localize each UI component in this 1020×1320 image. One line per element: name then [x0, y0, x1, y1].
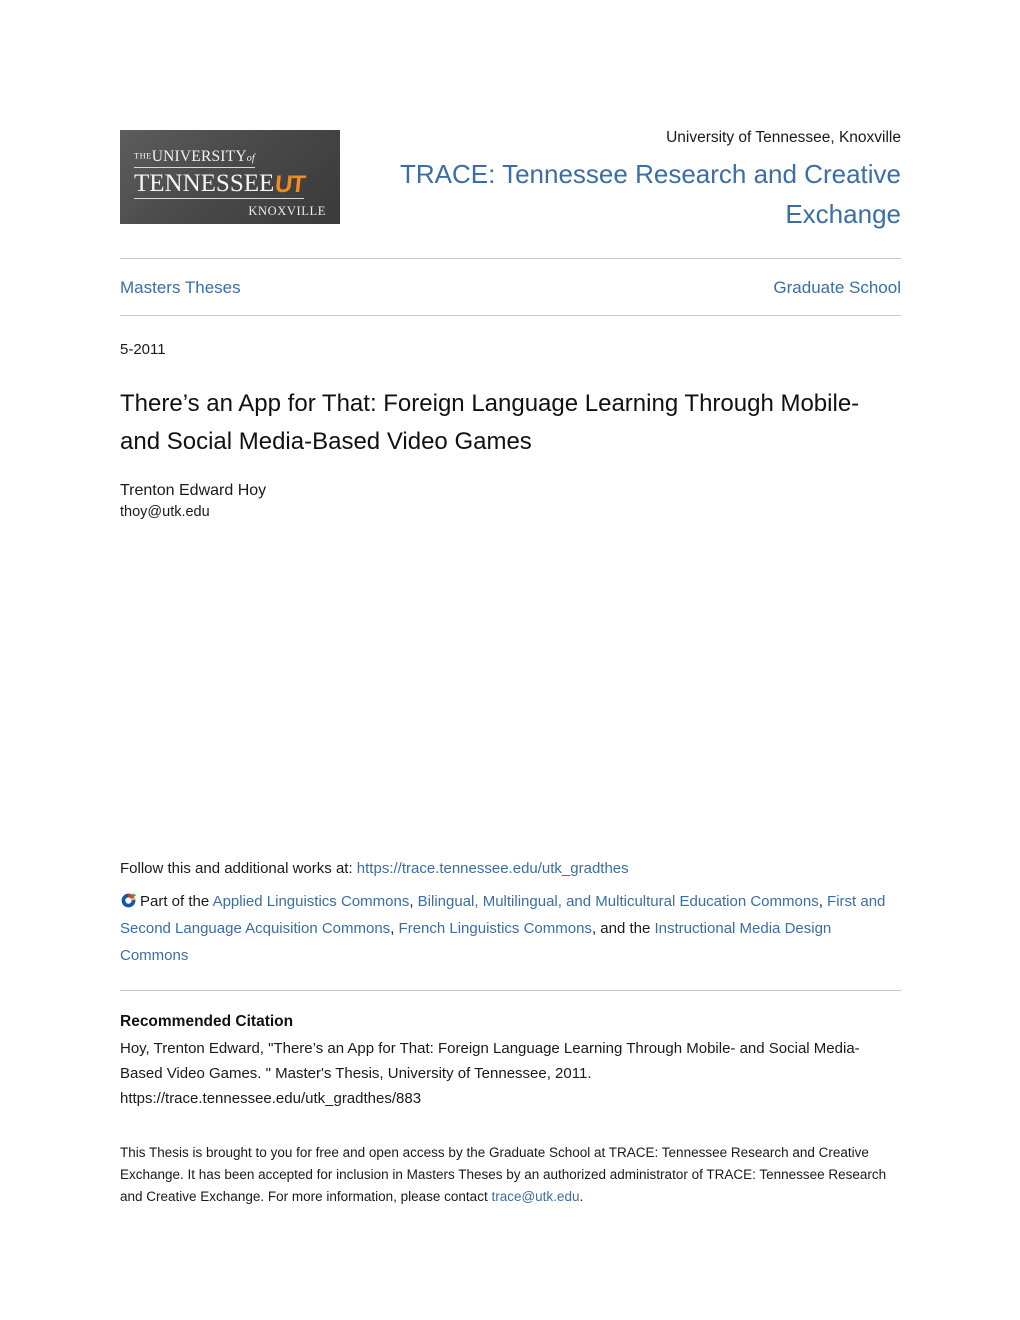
divider-below-breadcrumb	[120, 315, 901, 316]
follow-line: Follow this and additional works at: htt…	[120, 856, 901, 882]
author-block: Trenton Edward Hoy thoy@utk.edu	[120, 480, 820, 523]
collection-url-link[interactable]: https://trace.tennessee.edu/utk_gradthes	[357, 860, 629, 877]
logo-wordmark: THEUNIVERSITYof TENNESSEEUT KNOXVILLE	[134, 148, 326, 219]
logo-line-knoxville: KNOXVILLE	[248, 203, 326, 218]
page-header: THEUNIVERSITYof TENNESSEEUT KNOXVILLE Un…	[120, 128, 901, 238]
page-title: There’s an App for That: Foreign Languag…	[120, 390, 860, 455]
commons-sep-3: ,	[390, 920, 399, 937]
university-name: University of Tennessee, Knoxville	[666, 129, 901, 146]
header-titles: University of Tennessee, Knoxville TRACE…	[371, 128, 901, 234]
commons-and-the: , and the	[591, 920, 655, 937]
ut-knoxville-logo: THEUNIVERSITYof TENNESSEEUT KNOXVILLE	[120, 130, 340, 224]
repository-title: TRACE: Tennessee Research and Creative E…	[400, 159, 901, 229]
logo-tennessee-text: TENNESSEE	[134, 169, 275, 197]
recommended-citation-block: Recommended Citation Hoy, Trenton Edward…	[120, 1010, 901, 1111]
commons-sep-1: ,	[409, 893, 418, 910]
logo-line-university: THEUNIVERSITYof	[134, 149, 255, 168]
document-page: THEUNIVERSITYof TENNESSEEUT KNOXVILLE Un…	[0, 0, 1020, 1320]
commons-link-applied-linguistics[interactable]: Applied Linguistics Commons	[213, 893, 410, 910]
logo-of-text: of	[246, 153, 255, 164]
commons-link-bilingual-multilingual-multicultural-education[interactable]: Bilingual, Multilingual, and Multicultur…	[418, 893, 819, 910]
logo-line-tennessee: TENNESSEEUT	[134, 169, 306, 199]
follow-block: Follow this and additional works at: htt…	[120, 856, 901, 969]
divider-above-citation	[120, 990, 901, 991]
digital-commons-network-icon	[120, 891, 137, 908]
logo-the-text: THE	[134, 150, 152, 161]
recommended-citation-heading: Recommended Citation	[120, 1013, 294, 1030]
access-statement-period: .	[579, 1189, 584, 1204]
access-statement: This Thesis is brought to you for free a…	[120, 1142, 890, 1208]
part-of-label: Part of the	[140, 893, 210, 910]
citation-sentence: Hoy, Trenton Edward, "There’s an App for…	[120, 1040, 860, 1082]
ut-power-t-icon: UT	[273, 170, 306, 198]
commons-sep-2: ,	[818, 893, 828, 910]
commons-link-french-linguistics[interactable]: French Linguistics Commons	[399, 920, 592, 937]
commons-paragraph: Part of the Applied Linguistics Commons,…	[120, 888, 901, 969]
citation-url: https://trace.tennessee.edu/utk_gradthes…	[120, 1090, 422, 1107]
collection-link-masters-theses[interactable]: Masters Theses	[120, 276, 241, 300]
author-email: thoy@utk.edu	[120, 504, 210, 520]
breadcrumb: Masters Theses Graduate School	[120, 276, 901, 302]
author-name: Trenton Edward Hoy	[120, 482, 267, 499]
recommended-citation-text: Hoy, Trenton Edward, "There’s an App for…	[120, 1036, 901, 1111]
publication-date: 5-2011	[120, 341, 166, 358]
unit-link-graduate-school[interactable]: Graduate School	[773, 276, 901, 300]
divider-top	[120, 258, 901, 259]
follow-prefix: Follow this and additional works at:	[120, 860, 353, 877]
logo-university-text: UNIVERSITY	[151, 148, 247, 165]
contact-email-link[interactable]: trace@utk.edu	[491, 1189, 579, 1204]
